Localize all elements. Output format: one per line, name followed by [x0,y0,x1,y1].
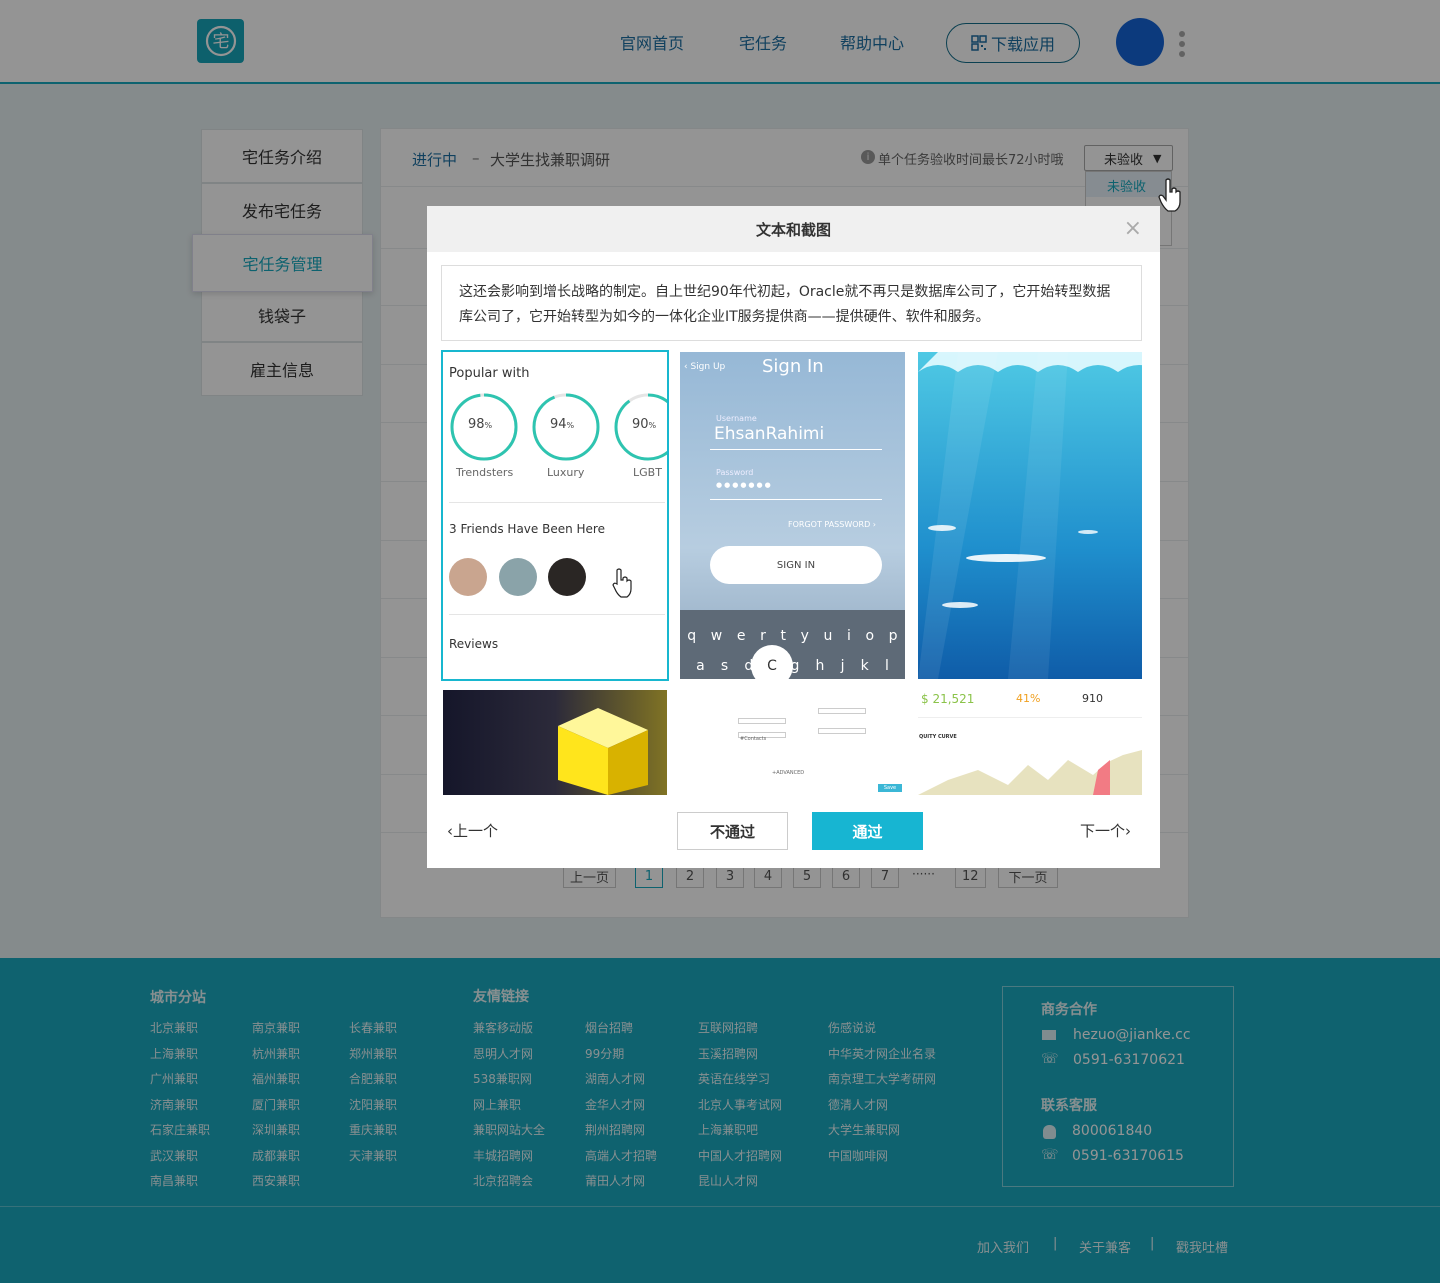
review-modal: 文本和截图 × 这还会影响到增长战略的制定。自上世纪90年代初起，Oracle就… [427,206,1160,868]
thumb-divider [710,449,882,450]
ring-label: LGBT [633,466,662,479]
form-field [818,728,866,734]
form-field [738,718,786,724]
screenshot-thumb-3[interactable] [918,352,1142,679]
thumb-text: ‹ Sign Up [684,362,726,372]
thumb-text: 910 [1082,692,1103,705]
screenshot-thumb-1[interactable]: Popular with 98% 94% 90% Trendsters Luxu… [441,350,669,681]
hand-cursor-icon [612,568,632,598]
thumb-text: #Contacts [740,736,767,742]
equity-curve-chart [918,750,1142,795]
modal-title: 文本和截图 [755,220,831,239]
whale-illustration [918,352,1142,679]
thumb-text: SIGN IN [710,546,882,584]
thumb-text: EhsanRahimi [714,424,825,444]
key-popup: C [751,645,793,679]
ring-label: Luxury [547,466,585,479]
friend-avatar [449,558,487,596]
glowing-cube-illustration [558,708,648,795]
form-field [818,708,866,714]
friend-avatar [548,558,586,596]
next-item-button[interactable]: 下一个› [1080,820,1131,841]
prev-item-button[interactable]: ‹上一个 [447,820,498,841]
hand-cursor-icon [1158,178,1181,212]
ring-label: Trendsters [456,466,514,479]
friend-avatar [499,558,537,596]
thumb-divider [449,614,665,615]
thumb-text: ●●●●●●● [716,481,773,489]
modal-header: 文本和截图 [427,206,1160,252]
thumb-text: FORGOT PASSWORD › [788,520,876,529]
screenshot-thumb-2[interactable]: ‹ Sign Up Sign In Username EhsanRahimi P… [680,352,905,679]
thumb-text: 41% [1016,692,1041,705]
ring-value: 98% [468,417,493,432]
thumb-text: Sign In [762,356,824,377]
screenshot-thumb-6[interactable]: $ 21,521 41% 910 QUITY CURVE [918,690,1142,795]
reject-button[interactable]: 不通过 [677,812,788,850]
ring-value: 94% [550,417,575,432]
thumb-text: $ 21,521 [921,692,975,706]
thumb-text: 3 Friends Have Been Here [449,522,605,536]
keyboard-row: qwertyuiop [687,628,898,644]
thumb-text: +ADVANCED [772,770,805,776]
thumb-divider [918,717,1142,718]
close-icon[interactable]: × [1124,216,1142,241]
screenshot-thumb-5[interactable]: #Contacts +ADVANCED Save [680,690,905,795]
thumb-divider [710,499,882,500]
thumb-text: Reviews [449,637,499,651]
thumb-text: Popular with [449,366,530,381]
thumb-text: Password [716,468,754,477]
thumb-text: Username [716,414,757,423]
approve-button[interactable]: 通过 [812,812,923,850]
screenshot-thumb-4[interactable] [443,690,667,795]
ring-value: 90% [632,417,657,432]
thumb-text: Save [878,784,902,792]
thumb-divider [449,502,665,503]
submission-text: 这还会影响到增长战略的制定。自上世纪90年代初起，Oracle就不再只是数据库公… [441,265,1142,341]
